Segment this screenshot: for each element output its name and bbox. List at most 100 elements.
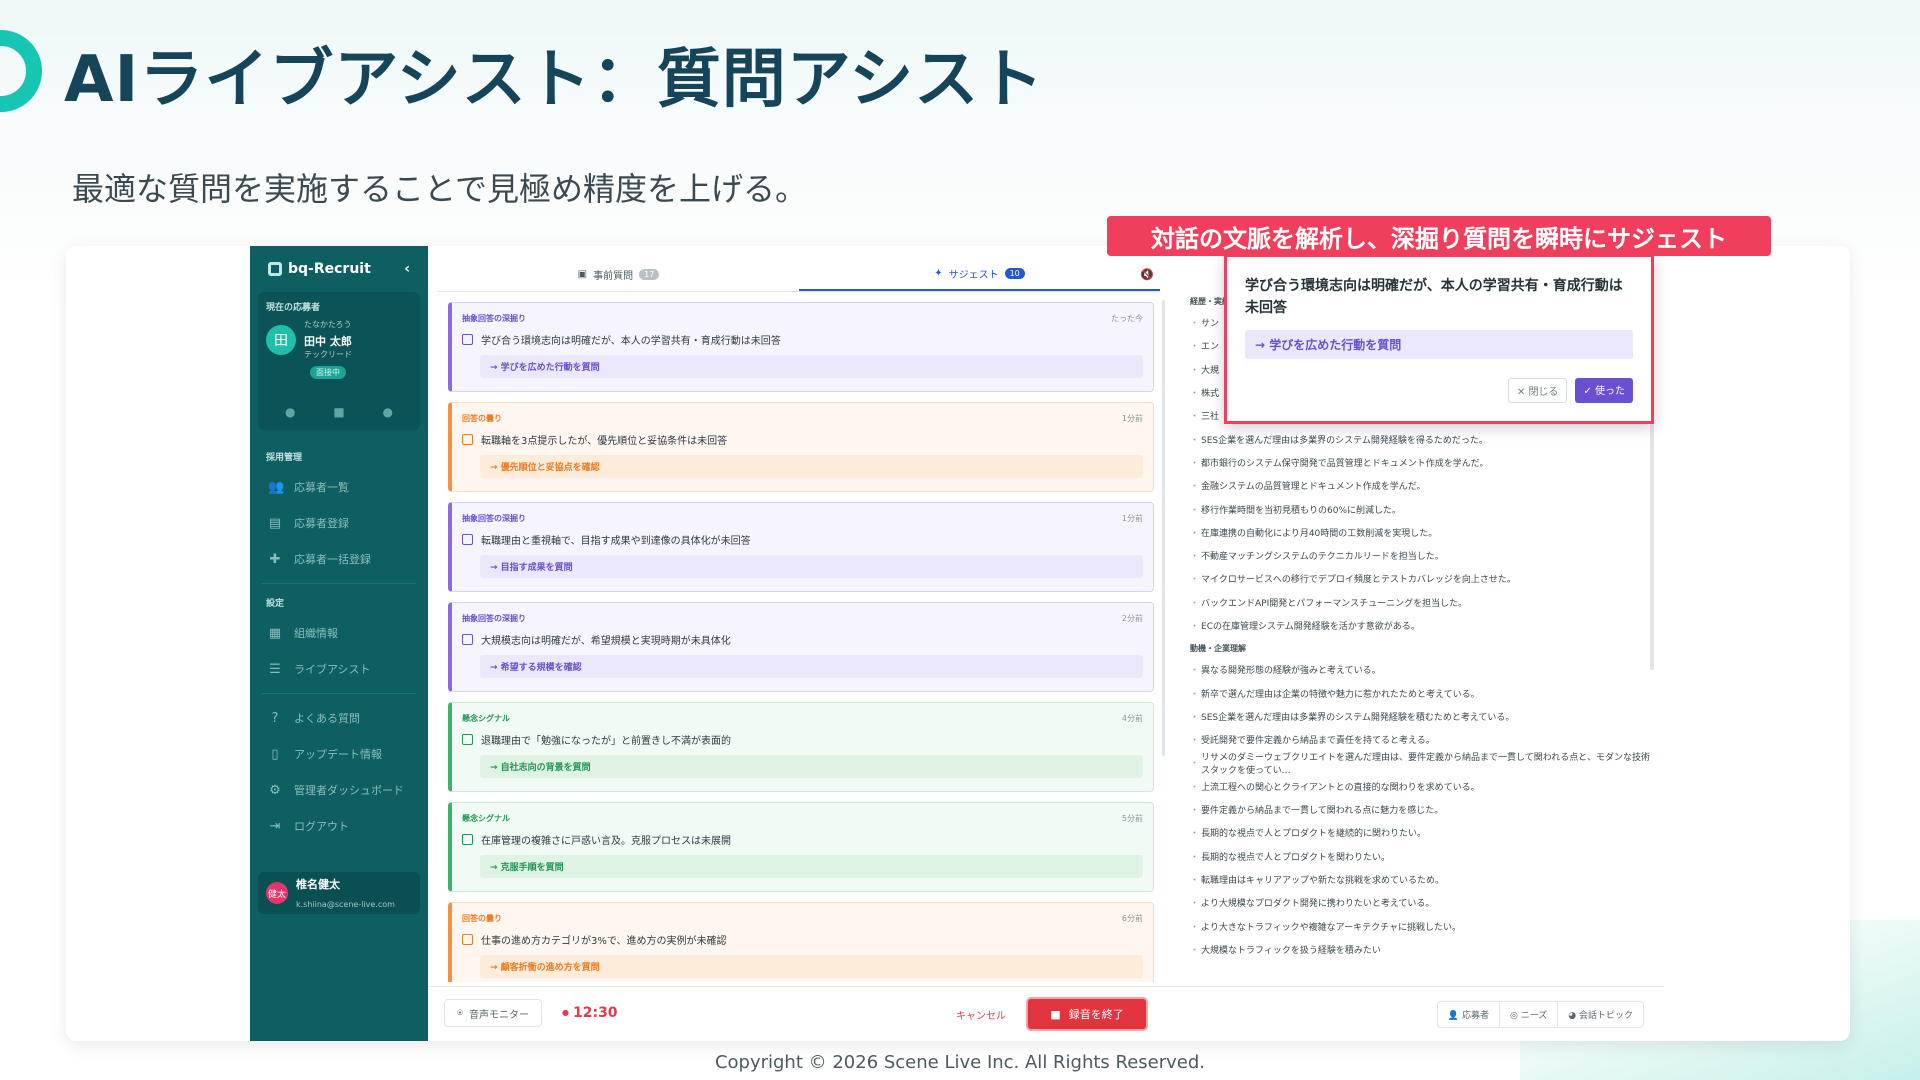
candidate-role: テックリード: [304, 350, 352, 359]
sidebar-item-label: ライブアシスト: [294, 663, 371, 676]
stop-recording-button[interactable]: ■ 録音を終了: [1028, 999, 1146, 1029]
suggestion-question[interactable]: → 自社志向の背景を質問: [480, 755, 1143, 778]
checkbox[interactable]: [462, 434, 473, 445]
tab-suggest[interactable]: ✦ サジェスト 10: [799, 258, 1160, 291]
used-button[interactable]: ✓ 使った: [1575, 378, 1633, 403]
sidebar-item-bulk-register[interactable]: ✚ 応募者一括登録: [250, 541, 428, 577]
record-icon[interactable]: ●: [383, 405, 393, 419]
suggestion-text: 転職理由と重視軸で、目指す成果や到達像の具体化が未回答: [481, 536, 751, 547]
summary-item: 大規模なトラフィックを扱う経験を積みたい: [1178, 938, 1656, 961]
suggestion-card[interactable]: 抽象回答の深掘り たった今 学び合う環境志向は明確だが、本人の学習共有・育成行動は未…: [448, 302, 1154, 392]
tab-prequestions[interactable]: ▣ 事前質問 17: [438, 258, 799, 291]
suggestion-category: 懸念シグナル: [462, 714, 510, 723]
view-needs[interactable]: ◎ ニーズ: [1500, 1002, 1559, 1027]
view-topics[interactable]: ◕ 会話トピック: [1558, 1002, 1643, 1027]
suggestion-time: たった今: [1111, 314, 1143, 323]
popup-question[interactable]: → 学びを広めた行動を質問: [1245, 329, 1633, 359]
mic-icon[interactable]: ●: [285, 405, 295, 419]
recording-timer: 12:30: [562, 1005, 618, 1021]
suggestion-question[interactable]: → 克服手順を質問: [480, 855, 1143, 878]
suggestion-card[interactable]: 回答の曇り 6分前 仕事の進め方カテゴリが3%で、進め方の実例が未確認 → 顧客折衝の…: [448, 902, 1154, 982]
brand-logo: bq-Recruit: [268, 261, 371, 277]
summary-item: マイクロサービスへの移行でデプロイ頻度とテストカバレッジを向上させた。: [1178, 567, 1656, 590]
stop-icon: ■: [1050, 1007, 1061, 1021]
suggestion-card[interactable]: 回答の曇り 1分前転職軸を3点提示したが、優先順位と妥協条件は未回答 → 優先順位と…: [448, 402, 1154, 492]
suggestion-time: 6分前: [1121, 914, 1143, 923]
candidate-avatar: 田: [266, 324, 296, 355]
copyright: Copyright © 2026 Scene Live Inc. All Rig…: [714, 1052, 1206, 1073]
summary-item: より大きなトラフィックや複雑なアーキテクチャに挑戦したい。: [1178, 914, 1656, 937]
popup-text: 学び合う環境志向は明確だが、本人の学習共有・育成行動は未回答: [1245, 278, 1623, 317]
tab-label: サジェスト: [948, 270, 999, 281]
person-add-icon: ✚: [269, 551, 281, 567]
checkbox[interactable]: [462, 534, 473, 545]
user-name: 椎名健太: [296, 877, 340, 891]
sidebar-item-updates[interactable]: ▯ アップデート情報: [250, 736, 428, 772]
suggestion-question[interactable]: → 学びを広めた行動を質問: [480, 355, 1143, 378]
person-icon: 👤: [1447, 1011, 1462, 1021]
sidebar-item-applicants[interactable]: 👥 応募者一覧: [250, 469, 428, 505]
chevron-left-icon[interactable]: ‹: [404, 261, 410, 277]
sidebar: bq-Recruit ‹ 現在の応募者 田 たなかたろう 田中 太郎 テックリー…: [250, 246, 428, 1041]
sidebar-item-register[interactable]: ▤ 応募者登録: [250, 505, 428, 541]
check-icon: ✓: [1583, 386, 1595, 397]
sliders-icon: ☰: [269, 661, 281, 677]
suggestion-question[interactable]: → 顧客折衝の進め方を質問: [480, 955, 1143, 978]
suggestion-text: 退職理由で「勉強になったが」と前置きし不満が表面的: [481, 736, 731, 747]
suggestion-card[interactable]: 懸念シグナル 5分前 在庫管理の複雑さに戸惑い言及。克服プロセスは未展開 → 克服手順…: [448, 802, 1154, 892]
current-candidate-card[interactable]: 現在の応募者 田 たなかたろう 田中 太郎 テックリード 面接中 ● ■ ●: [258, 292, 420, 430]
summary-item: リサメのダミーウェブクリエイトを選んだ理由は、要件定義から納品まで一貫して関われ…: [1178, 751, 1656, 776]
sidebar-item-admin-dashboard[interactable]: ⚙ 管理者ダッシュボード: [250, 772, 428, 808]
sidebar-item-label: ログアウト: [294, 820, 349, 833]
scrollbar[interactable]: [1162, 300, 1165, 756]
mute-icon[interactable]: 🔇: [1140, 268, 1154, 281]
suggestion-card[interactable]: 懸念シグナル 4分前 退職理由で「勉強になったが」と前置きし不満が表面的 → 自社志向…: [448, 702, 1154, 792]
checkbox[interactable]: [462, 934, 473, 945]
divider: [262, 693, 416, 694]
current-user[interactable]: 健太 椎名健太 k.shiina@scene-live.com: [258, 872, 420, 914]
checkbox[interactable]: [462, 834, 473, 845]
page-subtitle: 最適な質問を実施することで見極め精度を上げる。: [72, 170, 808, 208]
view-toggle: 👤 応募者 ◎ ニーズ ◕ 会話トピック: [1436, 1001, 1644, 1028]
suggestion-card[interactable]: 抽象回答の深掘り 2分前 大規模志向は明確だが、希望規模と実現時期が未具体化 → 希望…: [448, 602, 1154, 692]
suggestion-question[interactable]: → 目指す成果を質問: [480, 555, 1143, 578]
checkbox[interactable]: [462, 634, 473, 645]
sidebar-item-organization[interactable]: ▦ 組織情報: [250, 615, 428, 651]
summary-item: 受託開発で要件定義から納品まで責任を持てると考える。: [1178, 728, 1656, 751]
suggestion-category: 懸念シグナル: [462, 814, 510, 823]
admin-icon: ⚙: [269, 782, 281, 798]
checkbox[interactable]: [462, 734, 473, 745]
user-info: 椎名健太 k.shiina@scene-live.com: [296, 876, 395, 911]
summary-item: バックエンドAPI開発とパフォーマンスチューニングを担当した。: [1178, 591, 1656, 614]
sidebar-item-label: アップデート情報: [294, 748, 382, 761]
decorative-circle: [0, 30, 42, 112]
suggestion-category: 回答の曇り: [462, 414, 502, 423]
suggestion-time: 1分前: [1121, 414, 1143, 423]
logout-icon: ⇥: [269, 818, 281, 834]
doc-icon[interactable]: ■: [333, 405, 344, 419]
suggestion-card[interactable]: 抽象回答の深掘り 1分前 転職理由と重視軸で、目指す成果や到達像の具体化が未回答 → …: [448, 502, 1154, 592]
user-email: k.shiina@scene-live.com: [296, 899, 395, 909]
checkbox[interactable]: [462, 334, 473, 345]
sidebar-item-label: 組織情報: [294, 627, 338, 640]
cancel-button[interactable]: キャンセル: [956, 1007, 1006, 1022]
tab-label: 事前質問: [593, 271, 634, 282]
view-applicant[interactable]: 👤 応募者: [1438, 1002, 1500, 1027]
audio-monitor-button[interactable]: ⍟ 音声モニター: [444, 999, 542, 1027]
sidebar-item-faq[interactable]: ? よくある質問: [250, 700, 428, 736]
sidebar-item-logout[interactable]: ⇥ ログアウト: [250, 808, 428, 844]
divider: [262, 583, 416, 584]
sparkle-icon: ✦: [934, 268, 943, 279]
document-icon: ▤: [268, 515, 282, 531]
target-icon: ◎: [1509, 1011, 1521, 1021]
summary-item: より大規模なプロダクト開発に携わりたいと考えている。: [1178, 891, 1656, 914]
candidate-actions: ● ■ ●: [266, 405, 412, 419]
brand-name: bq-Recruit: [288, 261, 371, 277]
sidebar-item-live-assist[interactable]: ☰ ライブアシスト: [250, 651, 428, 687]
suggestion-list: 抽象回答の深掘り たった今 学び合う環境志向は明確だが、本人の学習共有・育成行動は未…: [448, 302, 1154, 982]
suggestion-question[interactable]: → 優先順位と妥協点を確認: [480, 455, 1143, 478]
suggestion-question[interactable]: → 希望する規模を確認: [480, 655, 1143, 678]
close-icon: ✕: [1516, 387, 1529, 398]
close-button[interactable]: ✕ 閉じる: [1507, 378, 1568, 403]
suggestion-text: 転職軸を3点提示したが、優先順位と妥協条件は未回答: [481, 436, 728, 447]
